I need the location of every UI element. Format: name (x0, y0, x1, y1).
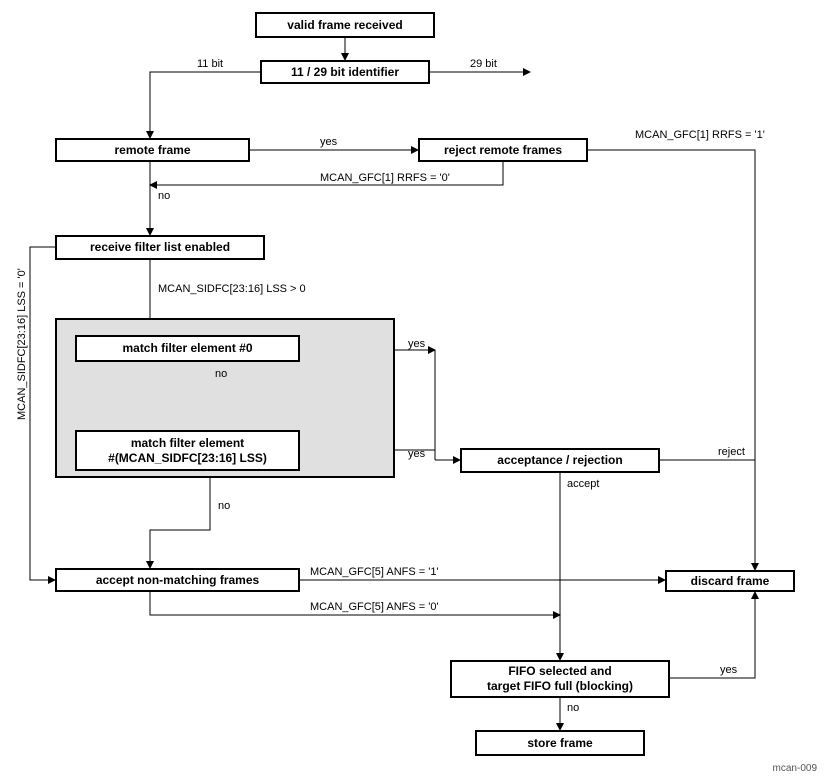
text: acceptance / rejection (497, 453, 622, 468)
label-yes-remote: yes (320, 136, 337, 148)
text: valid frame received (287, 18, 402, 33)
label-reject: reject (718, 446, 745, 458)
label-29bit: 29 bit (470, 58, 497, 70)
label-rrfs0: MCAN_GFC[1] RRFS = '0' (320, 172, 450, 184)
text: reject remote frames (444, 143, 562, 158)
node-remote-frame: remote frame (55, 138, 250, 162)
text1: match filter element (131, 436, 244, 451)
label-yes-fifo: yes (720, 664, 737, 676)
text: remote frame (114, 143, 190, 158)
node-discard: discard frame (665, 570, 795, 592)
text: match filter element #0 (122, 341, 252, 356)
flowchart: valid frame received 11 / 29 bit identif… (0, 0, 825, 778)
node-acceptance: acceptance / rejection (460, 448, 660, 473)
label-rrfs1: MCAN_GFC[1] RRFS = '1' (635, 129, 765, 141)
label-lss-gt0: MCAN_SIDFC[23:16] LSS > 0 (158, 283, 306, 295)
label-no-match0: no (215, 368, 227, 380)
label-no-fifo: no (567, 702, 579, 714)
text: 11 / 29 bit identifier (291, 65, 399, 80)
node-reject-remote: reject remote frames (418, 138, 588, 162)
label-lss-eq0: MCAN_SIDFC[23:16] LSS = '0' (16, 268, 28, 420)
node-fifo: FIFO selected and target FIFO full (bloc… (450, 660, 670, 698)
text: receive filter list enabled (90, 240, 230, 255)
label-accept: accept (567, 478, 599, 490)
node-identifier: 11 / 29 bit identifier (260, 60, 430, 84)
node-accept-nonmatch: accept non-matching frames (55, 568, 300, 592)
text1: FIFO selected and (508, 664, 611, 679)
label-yes-match0: yes (408, 338, 425, 350)
node-store: store frame (475, 730, 645, 756)
node-valid-frame: valid frame received (255, 12, 435, 38)
node-filter-list: receive filter list enabled (55, 235, 265, 260)
text: store frame (527, 736, 592, 751)
text: discard frame (691, 574, 770, 589)
text2: #(MCAN_SIDFC[23:16] LSS) (108, 451, 267, 466)
text2: target FIFO full (blocking) (487, 679, 633, 694)
label-yes-matchN: yes (408, 448, 425, 460)
footer-id: mcan-009 (773, 763, 817, 774)
node-match0: match filter element #0 (75, 335, 300, 362)
label-anfs0: MCAN_GFC[5] ANFS = '0' (310, 601, 439, 613)
label-no-matchN: no (218, 500, 230, 512)
label-anfs1: MCAN_GFC[5] ANFS = '1' (310, 566, 439, 578)
node-matchN: match filter element #(MCAN_SIDFC[23:16]… (75, 430, 300, 471)
label-no-remote: no (158, 190, 170, 202)
label-11bit: 11 bit (197, 58, 223, 70)
text: accept non-matching frames (96, 573, 259, 588)
